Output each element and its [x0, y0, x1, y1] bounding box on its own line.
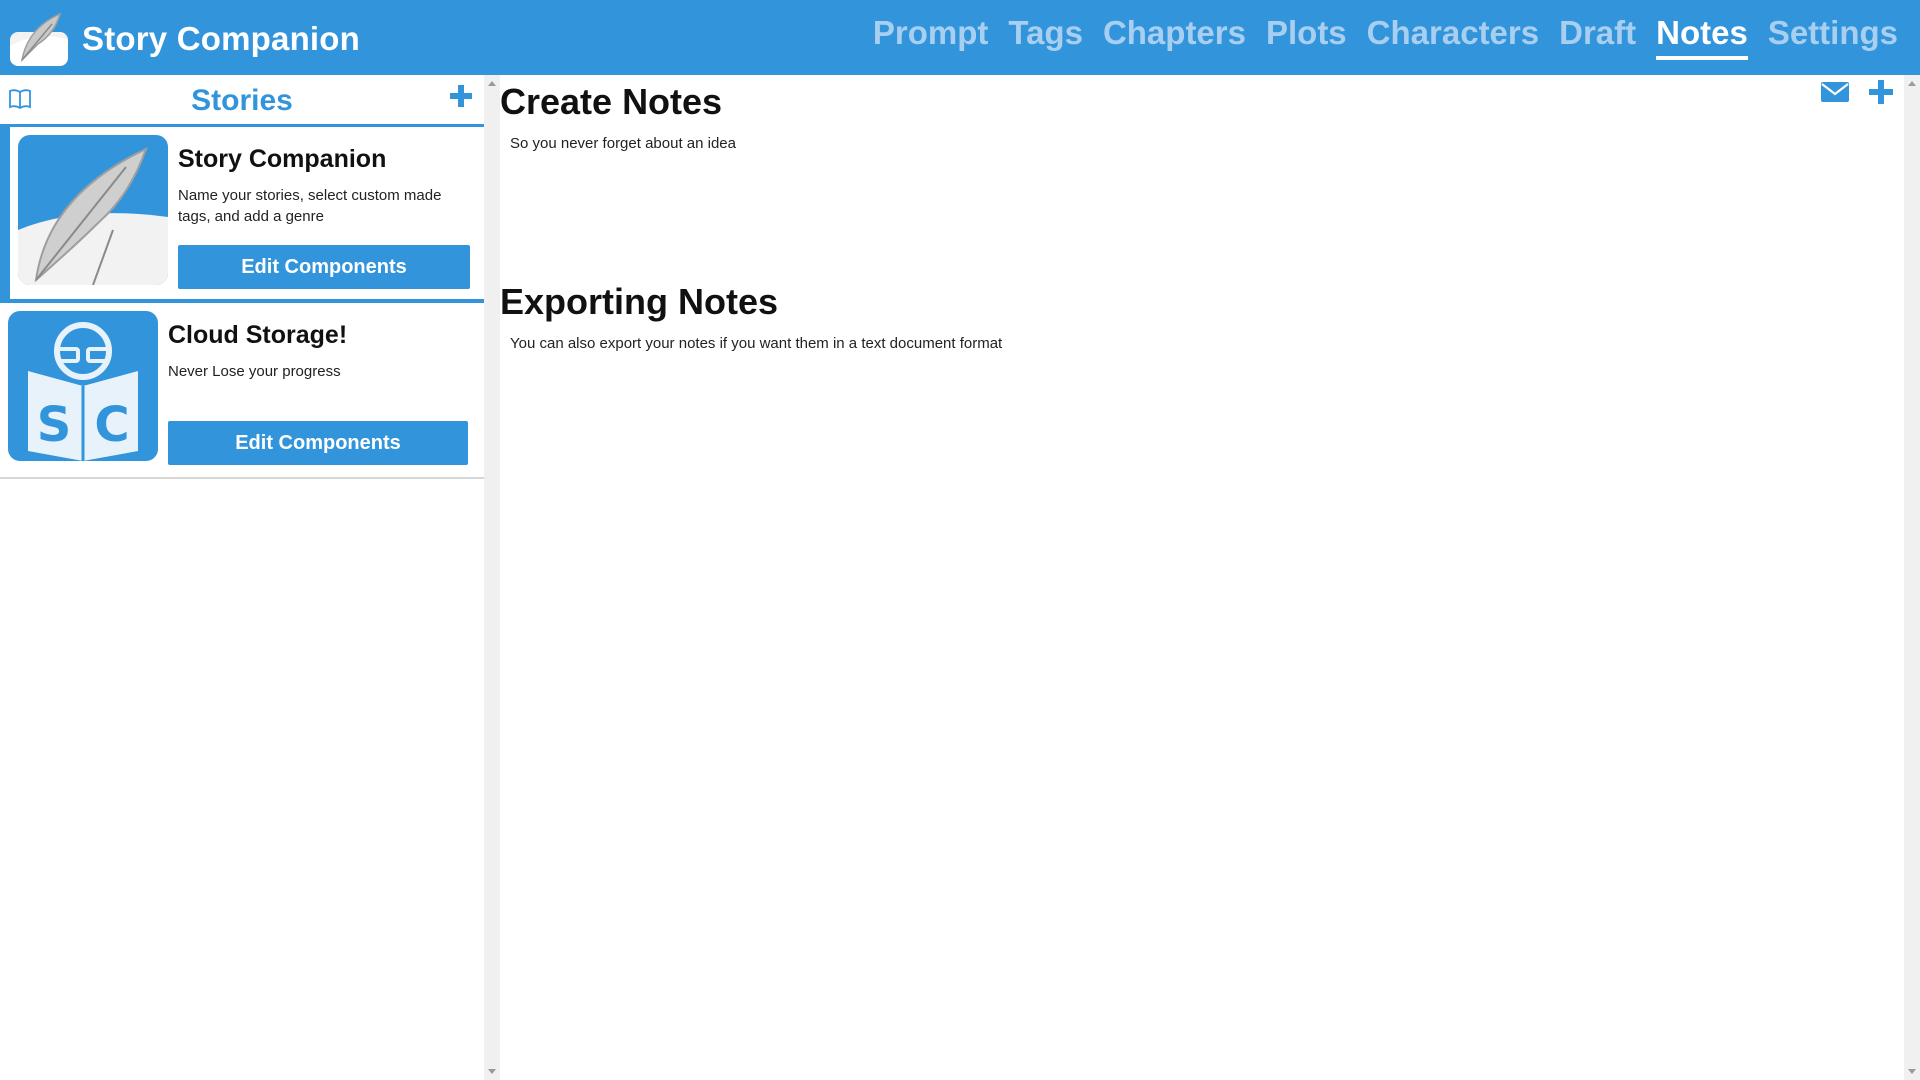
story-card-cloud-storage[interactable]: S C Cloud Storage! Never Lose your progr…: [0, 303, 484, 479]
nav-notes[interactable]: Notes: [1656, 14, 1748, 60]
svg-text:C: C: [94, 397, 129, 453]
section-subtitle: You can also export your notes if you wa…: [510, 335, 1003, 352]
add-note-plus-icon[interactable]: [1866, 79, 1896, 105]
story-card-title: Story Companion: [178, 145, 387, 173]
section-subtitle: So you never forget about an idea: [510, 135, 736, 152]
nav-characters[interactable]: Characters: [1367, 14, 1539, 60]
add-story-plus-icon[interactable]: [448, 83, 474, 109]
envelope-icon[interactable]: [1820, 79, 1850, 105]
nav-chapters[interactable]: Chapters: [1103, 14, 1246, 60]
create-notes-section: Create Notes So you never forget about a…: [500, 81, 736, 152]
nav-tags[interactable]: Tags: [1008, 14, 1083, 60]
nav-settings[interactable]: Settings: [1768, 14, 1898, 60]
app-title: Story Companion: [82, 20, 361, 57]
scroll-up-arrow-icon[interactable]: [488, 81, 496, 86]
app-header: Story Companion Prompt Tags Chapters Plo…: [0, 0, 1920, 75]
nav-prompt[interactable]: Prompt: [873, 14, 989, 60]
story-card-description: Name your stories, select custom made ta…: [178, 187, 442, 225]
notes-toolbar: [1820, 79, 1896, 105]
story-thumbnail: S C: [8, 311, 158, 461]
brand[interactable]: Story Companion: [8, 10, 360, 68]
section-title: Create Notes: [500, 81, 723, 122]
stories-sidebar: Stories Story Companion Name your storie…: [0, 75, 484, 1080]
section-title: Exporting Notes: [500, 281, 779, 322]
exporting-notes-section: Exporting Notes You can also export your…: [500, 281, 1002, 352]
main-nav: Prompt Tags Chapters Plots Characters Dr…: [873, 14, 1898, 60]
quill-logo-icon: [10, 12, 68, 66]
story-card-story-companion[interactable]: Story Companion Name your stories, selec…: [0, 127, 484, 303]
nav-draft[interactable]: Draft: [1559, 14, 1636, 60]
sidebar-title: Stories: [191, 84, 293, 117]
edit-components-button[interactable]: Edit Components: [178, 245, 470, 289]
svg-text:S: S: [37, 397, 72, 453]
sc-reader-logo-icon: S C: [8, 311, 158, 461]
edit-components-button[interactable]: Edit Components: [168, 421, 468, 465]
sidebar-header: Stories: [0, 75, 484, 127]
scroll-up-arrow-icon[interactable]: [1908, 81, 1916, 86]
notes-main: Create Notes So you never forget about a…: [500, 75, 1904, 1080]
story-card-title: Cloud Storage!: [168, 321, 348, 349]
scroll-down-arrow-icon[interactable]: [488, 1069, 496, 1074]
nav-plots[interactable]: Plots: [1266, 14, 1347, 60]
story-card-description: Never Lose your progress: [168, 363, 341, 380]
main-scrollbar[interactable]: [1904, 75, 1920, 1080]
story-thumbnail: [18, 135, 168, 285]
sidebar-scrollbar[interactable]: [484, 75, 500, 1080]
scroll-down-arrow-icon[interactable]: [1908, 1069, 1916, 1074]
quill-logo-icon: [18, 135, 168, 285]
